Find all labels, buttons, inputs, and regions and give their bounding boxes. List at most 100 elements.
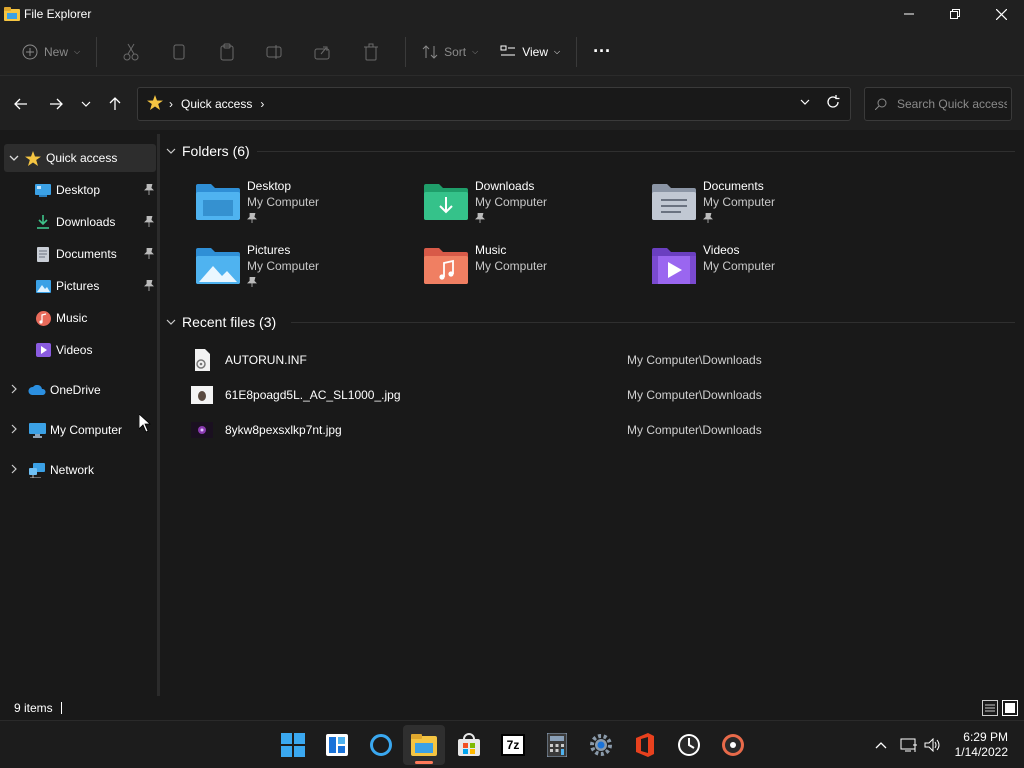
desktop-folder-icon <box>196 184 240 220</box>
pin-icon[interactable] <box>144 279 154 294</box>
tiles-view-button[interactable] <box>1002 700 1018 719</box>
recent-file-row[interactable]: AUTORUN.INF My Computer\Downloads <box>191 345 1011 375</box>
sidebar-item-pictures[interactable]: Pictures <box>34 272 156 300</box>
clock-app-button[interactable] <box>675 731 703 759</box>
forward-button[interactable] <box>46 94 66 114</box>
pin-icon[interactable] <box>144 183 154 198</box>
sidebar-item-onedrive[interactable]: OneDrive <box>4 376 156 404</box>
sidebar-item-label: Desktop <box>56 183 101 197</box>
delete-button[interactable] <box>347 36 395 68</box>
new-label: New <box>44 44 69 59</box>
cortana-button[interactable] <box>367 731 395 759</box>
seven-zip-button[interactable]: 7z <box>499 731 527 759</box>
chevron-down-icon <box>800 99 810 105</box>
pin-icon[interactable] <box>144 247 154 262</box>
search-input[interactable] <box>897 97 1007 111</box>
file-explorer-taskbar-button[interactable] <box>410 731 438 759</box>
show-hidden-icons-button[interactable] <box>869 741 893 749</box>
recent-file-row[interactable]: 8ykw8pexsxlkp7nt.jpg My Computer\Downloa… <box>191 415 1011 445</box>
details-view-button[interactable] <box>982 700 998 719</box>
taskbar-clock[interactable]: 6:29 PM 1/14/2022 <box>955 730 1008 760</box>
search-box[interactable] <box>864 87 1012 121</box>
folder-tile-videos[interactable]: Videos My Computer <box>651 240 871 296</box>
sidebar-item-videos[interactable]: Videos <box>34 336 156 364</box>
folders-group-header[interactable]: Folders (6) <box>166 143 250 159</box>
sidebar-item-my-computer[interactable]: My Computer <box>4 416 156 444</box>
store-button[interactable] <box>455 731 483 759</box>
pin-icon[interactable] <box>144 215 154 230</box>
copy-button[interactable] <box>155 36 203 68</box>
chevron-right-icon[interactable] <box>4 384 24 397</box>
office-button[interactable] <box>631 731 659 759</box>
sort-button[interactable]: Sort ⌵ <box>416 36 484 68</box>
minimize-icon <box>904 13 914 15</box>
folder-tile-desktop[interactable]: Desktop My Computer <box>195 176 415 232</box>
more-icon: ··· <box>593 41 612 61</box>
recent-file-name: 61E8poagd5L._AC_SL1000_.jpg <box>225 388 401 402</box>
folder-location: My Computer <box>475 259 548 273</box>
rename-icon <box>266 44 282 59</box>
content-area: Folders (6) Desktop My Computer Download… <box>161 134 1024 696</box>
sidebar-item-music[interactable]: Music <box>34 304 156 332</box>
recent-files-group-header[interactable]: Recent files (3) <box>166 314 276 330</box>
minimize-button[interactable] <box>886 0 932 28</box>
chevron-down-icon[interactable] <box>4 153 24 164</box>
start-button[interactable] <box>279 731 307 759</box>
recent-file-row[interactable]: 61E8poagd5L._AC_SL1000_.jpg My Computer\… <box>191 380 1011 410</box>
sidebar-item-documents[interactable]: Documents <box>34 240 156 268</box>
mouse-pointer-icon <box>138 413 152 436</box>
sidebar-item-network[interactable]: Network <box>4 456 156 484</box>
pane-splitter[interactable] <box>157 134 160 696</box>
rename-button[interactable] <box>251 36 299 68</box>
folder-name: Music <box>475 243 507 257</box>
calculator-button[interactable] <box>543 731 571 759</box>
sidebar-item-downloads[interactable]: Downloads <box>34 208 156 236</box>
status-bar: 9 items <box>0 696 1024 720</box>
refresh-button[interactable] <box>826 95 840 112</box>
back-button[interactable] <box>11 94 31 114</box>
calculator-icon <box>547 733 567 757</box>
new-button[interactable]: New ⌵ <box>16 36 86 68</box>
breadcrumb-quick-access[interactable]: Quick access <box>181 97 252 111</box>
close-button[interactable] <box>978 0 1024 28</box>
documents-folder-icon <box>652 184 696 220</box>
sidebar-item-quick-access[interactable]: Quick access <box>4 144 156 172</box>
more-options-button[interactable]: ··· <box>587 36 617 68</box>
picture-icon <box>34 278 52 294</box>
paste-button[interactable] <box>203 36 251 68</box>
view-list-icon <box>500 45 516 55</box>
window-title: File Explorer <box>24 7 92 21</box>
view-button[interactable]: View ⌵ <box>494 36 566 68</box>
address-bar[interactable]: › Quick access › <box>137 87 851 121</box>
chevron-right-icon[interactable] <box>4 464 24 477</box>
chevron-right-icon[interactable] <box>4 424 24 437</box>
restore-button[interactable] <box>932 0 978 28</box>
up-button[interactable] <box>105 94 125 114</box>
pin-icon <box>247 276 319 290</box>
cut-button[interactable] <box>107 36 155 68</box>
network-status-button[interactable] <box>897 737 921 753</box>
folder-tile-pictures[interactable]: Pictures My Computer <box>195 240 415 296</box>
media-player-button[interactable] <box>719 731 747 759</box>
folder-tile-downloads[interactable]: Downloads My Computer <box>423 176 643 232</box>
gear-icon <box>590 734 612 756</box>
status-separator <box>60 702 62 714</box>
widgets-button[interactable] <box>323 731 351 759</box>
folders-header-label: Folders (6) <box>182 143 250 159</box>
download-icon <box>34 214 52 230</box>
recent-locations-button[interactable] <box>76 94 96 114</box>
breadcrumb-chevron-icon[interactable]: › <box>260 97 264 111</box>
folder-tile-documents[interactable]: Documents My Computer <box>651 176 871 232</box>
settings-button[interactable] <box>587 731 615 759</box>
pin-icon <box>703 212 775 226</box>
sidebar-item-label: Music <box>56 311 88 325</box>
folder-tile-music[interactable]: Music My Computer <box>423 240 643 296</box>
share-button[interactable] <box>299 36 347 68</box>
address-dropdown-button[interactable] <box>800 97 810 108</box>
pictures-folder-icon <box>196 248 240 284</box>
toolbar-separator <box>576 36 578 67</box>
refresh-icon <box>827 95 840 108</box>
volume-button[interactable] <box>921 738 945 752</box>
seven-zip-icon: 7z <box>501 734 525 756</box>
sidebar-item-desktop[interactable]: Desktop <box>34 176 156 204</box>
